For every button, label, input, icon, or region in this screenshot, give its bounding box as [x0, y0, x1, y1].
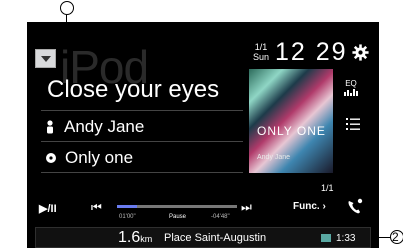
progress-bar[interactable] — [117, 205, 237, 208]
artist-name: Andy Jane — [64, 117, 145, 136]
artist-row[interactable]: Andy Jane — [45, 117, 144, 137]
artwork-title: ONLY ONE — [257, 124, 326, 138]
chevron-right-icon: › — [322, 201, 326, 212]
source-menu-button[interactable] — [35, 49, 56, 68]
time: 12 29 — [275, 38, 348, 66]
divider — [41, 172, 243, 173]
function-label: Func. — [293, 201, 320, 212]
nav-distance: 1.6km — [118, 229, 152, 247]
play-pause-icon: ▶/II — [39, 203, 57, 215]
date-weekday: Sun — [253, 52, 270, 62]
function-button[interactable]: Func. › — [293, 201, 326, 212]
gear-icon[interactable] — [352, 44, 369, 61]
nav-eta: 1:33 — [336, 233, 356, 244]
play-pause-button[interactable]: ▶/II — [39, 202, 57, 215]
playback-status: Pause — [169, 214, 187, 220]
list-menu-icon[interactable] — [346, 118, 360, 130]
remaining-time: -04'48" — [211, 214, 230, 220]
callout-1-circle — [60, 1, 74, 15]
divider — [41, 110, 243, 111]
eq-label: EQ — [345, 79, 357, 88]
previous-track-button[interactable]: ⏮ — [91, 200, 102, 215]
eq-button[interactable]: EQ — [344, 79, 358, 98]
head-unit-screen: iPod Close your eyes Andy Jane Only one … — [27, 22, 379, 248]
nav-distance-value: 1.6 — [118, 229, 141, 246]
artwork-artist: Andy Jane — [257, 154, 291, 161]
date-day: 1/1 — [254, 42, 268, 52]
album-name: Only one — [65, 148, 134, 167]
disc-icon — [46, 153, 56, 163]
chevron-down-icon — [41, 56, 51, 62]
nav-destination: Place Saint-Augustin — [164, 232, 267, 244]
skip-forward-icon: ⏭ — [241, 200, 252, 214]
nav-distance-unit: km — [140, 234, 153, 244]
album-artwork: ONLY ONE Andy Jane — [249, 69, 333, 173]
divider — [41, 141, 243, 142]
clock: 1/1 Sun 12 29 — [253, 38, 348, 67]
nav-eta-icon — [321, 234, 331, 242]
playback-controls: ▶/II ⏮ 01'00" Pause -04'48" ⏭ Func. › — [27, 192, 379, 222]
album-row[interactable]: Only one — [45, 148, 133, 168]
next-track-button[interactable]: ⏭ — [241, 200, 252, 215]
equalizer-icon — [344, 89, 358, 96]
navigation-bar[interactable]: 1.6km Place Saint-Augustin 1:33 — [35, 227, 371, 248]
track-title: Close your eyes — [47, 76, 220, 103]
progress-fill — [117, 205, 138, 208]
callout-2-label: 2 — [392, 230, 399, 244]
person-icon — [47, 120, 53, 134]
phone-icon[interactable] — [345, 196, 365, 216]
skip-back-icon: ⏮ — [91, 200, 102, 214]
elapsed-time: 01'00" — [119, 214, 136, 220]
date: 1/1 Sun — [253, 42, 269, 62]
